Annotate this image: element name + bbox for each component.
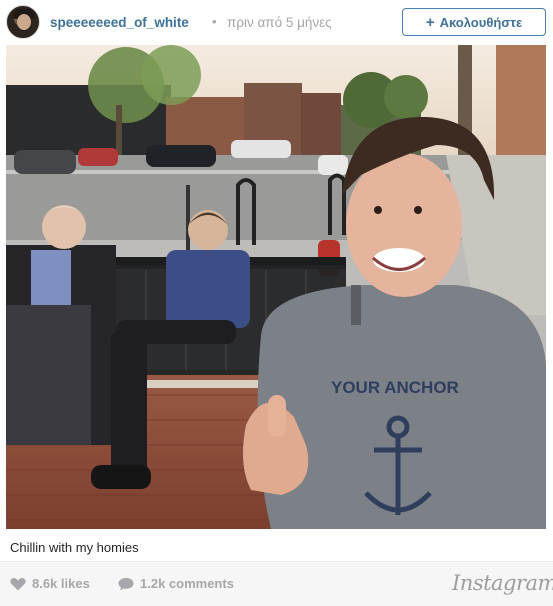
username[interactable]: speeeeeeed_of_white <box>50 15 189 30</box>
follow-label: Ακολουθήστε <box>439 14 523 30</box>
plus-icon: + <box>425 13 435 31</box>
follow-button[interactable]: + Ακολουθήστε <box>402 8 546 36</box>
post-header: speeeeeeed_of_white • πριν από 5 μήνες +… <box>0 0 553 44</box>
comments-count: 1.2k comments <box>140 576 234 591</box>
post-timestamp[interactable]: πριν από 5 μήνες <box>227 15 332 30</box>
post-footer: 8.6k likes 1.2k comments Instagram <box>0 561 553 606</box>
likes-count: 8.6k likes <box>32 576 90 591</box>
speech-bubble-icon <box>118 577 134 590</box>
instagram-logo[interactable]: Instagram <box>452 571 553 595</box>
shirt-print-text: YOUR ANCHOR <box>331 378 459 397</box>
heart-icon <box>10 577 26 590</box>
post-caption: Chillin with my homies <box>10 540 139 555</box>
post-photo[interactable]: YOUR ANCHOR <box>6 45 546 529</box>
photo-scene: YOUR ANCHOR <box>6 45 546 529</box>
separator-dot: • <box>212 14 217 29</box>
likes-stat[interactable]: 8.6k likes <box>10 576 90 591</box>
comments-stat[interactable]: 1.2k comments <box>118 576 234 591</box>
avatar[interactable] <box>6 5 40 39</box>
